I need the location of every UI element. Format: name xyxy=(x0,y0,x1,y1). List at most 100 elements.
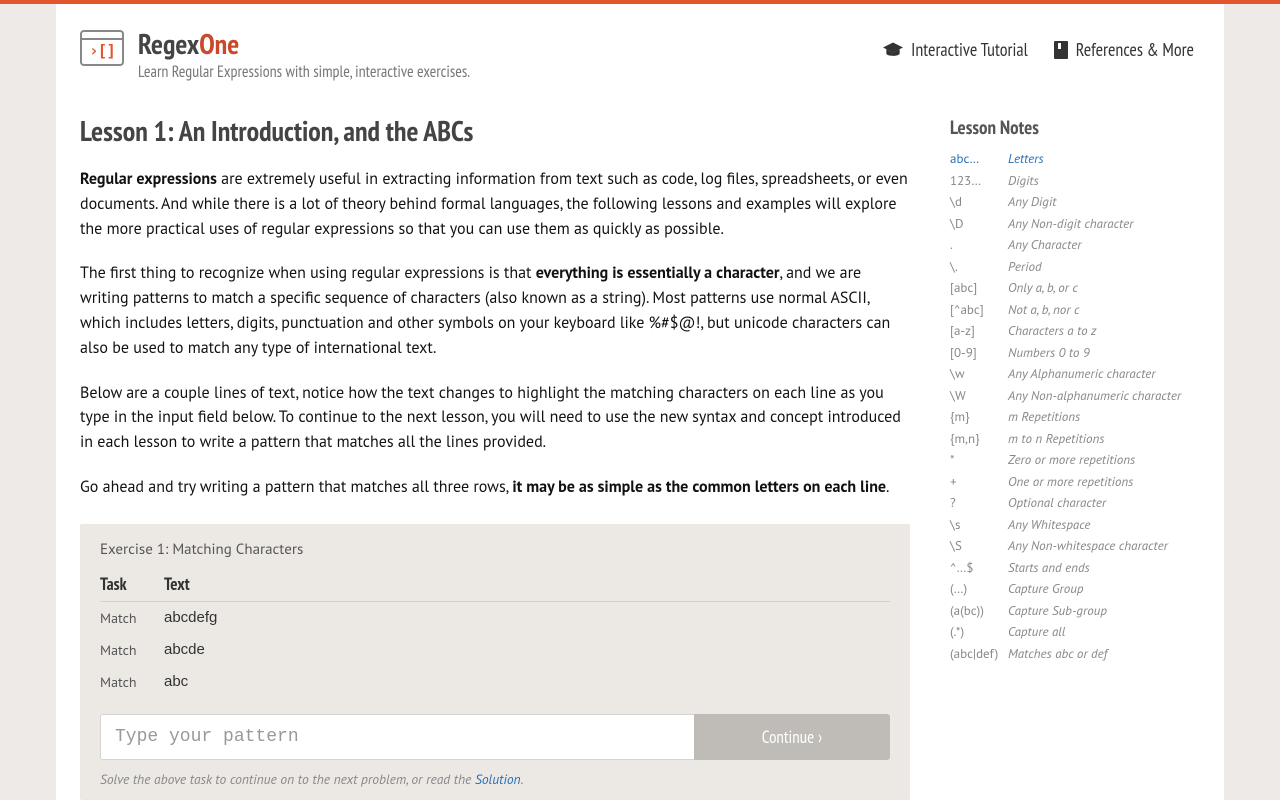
note-pattern: \s xyxy=(950,514,1008,536)
note-desc: Any Non-digit character xyxy=(1008,213,1200,235)
nav-references[interactable]: References & More xyxy=(1054,38,1194,61)
note-desc: Starts and ends xyxy=(1008,557,1200,579)
note-pattern: {m} xyxy=(950,406,1008,428)
lesson-note-row[interactable]: ^…$Starts and ends xyxy=(950,557,1200,579)
solution-link[interactable]: Solution xyxy=(475,770,521,788)
lesson-note-row[interactable]: \SAny Non-whitespace character xyxy=(950,535,1200,557)
lesson-note-row[interactable]: \DAny Non-digit character xyxy=(950,213,1200,235)
table-row: Matchabc xyxy=(100,666,890,698)
p2-strong: everything is essentially a character xyxy=(536,263,780,283)
note-pattern: [0-9] xyxy=(950,342,1008,364)
lesson-note-row[interactable]: ?Optional character xyxy=(950,492,1200,514)
note-pattern: \D xyxy=(950,213,1008,235)
note-pattern: ? xyxy=(950,492,1008,514)
lesson-note-row[interactable]: \WAny Non-alphanumeric character xyxy=(950,385,1200,407)
note-desc: Zero or more repetitions xyxy=(1008,449,1200,471)
book-icon xyxy=(1054,41,1068,59)
task-cell: Match xyxy=(100,666,164,698)
logo-icon[interactable]: ›[] xyxy=(80,30,124,66)
site-title[interactable]: RegexOne xyxy=(138,30,883,58)
lesson-note-row[interactable]: \sAny Whitespace xyxy=(950,514,1200,536)
exercise-box: Exercise 1: Matching Characters Task Tex… xyxy=(80,524,910,800)
note-desc: m Repetitions xyxy=(1008,406,1200,428)
paragraph-3: Below are a couple lines of text, notice… xyxy=(80,381,910,455)
table-row: Matchabcde xyxy=(100,634,890,666)
note-pattern: [a-z] xyxy=(950,320,1008,342)
note-desc: Any Whitespace xyxy=(1008,514,1200,536)
lesson-note-row[interactable]: {m,n}m to n Repetitions xyxy=(950,428,1200,450)
graduation-cap-icon xyxy=(883,42,903,58)
text-cell: abcdefg xyxy=(164,601,890,634)
note-pattern: * xyxy=(950,449,1008,471)
lesson-note-row[interactable]: \dAny Digit xyxy=(950,191,1200,213)
main-content: Lesson 1: An Introduction, and the ABCs … xyxy=(80,112,910,800)
hint-prefix: Solve the above task to continue on to t… xyxy=(100,770,475,788)
lesson-note-row[interactable]: 123…Digits xyxy=(950,170,1200,192)
note-pattern: \d xyxy=(950,191,1008,213)
nav-tutorial-label: Interactive Tutorial xyxy=(911,38,1028,61)
note-pattern: (abc|def) xyxy=(950,643,1008,665)
lesson-note-row[interactable]: [abc]Only a, b, or c xyxy=(950,277,1200,299)
lesson-note-row[interactable]: +One or more repetitions xyxy=(950,471,1200,493)
note-desc: Matches abc or def xyxy=(1008,643,1200,665)
sidebar: Lesson Notes abc…Letters123…Digits\dAny … xyxy=(950,112,1200,800)
lesson-note-row[interactable]: abc…Letters xyxy=(950,148,1200,170)
lesson-note-row[interactable]: [a-z]Characters a to z xyxy=(950,320,1200,342)
note-desc: Any Non-whitespace character xyxy=(1008,535,1200,557)
note-pattern: \W xyxy=(950,385,1008,407)
task-cell: Match xyxy=(100,601,164,634)
exercise-table: Task Text MatchabcdefgMatchabcdeMatchabc xyxy=(100,567,890,698)
note-pattern: \w xyxy=(950,363,1008,385)
p1-strong: Regular expressions xyxy=(80,169,217,189)
col-header-text: Text xyxy=(164,567,890,602)
page-container: ›[] RegexOne Learn Regular Expressions w… xyxy=(56,4,1224,800)
lesson-note-row[interactable]: \wAny Alphanumeric character xyxy=(950,363,1200,385)
nav-references-label: References & More xyxy=(1076,38,1194,61)
note-pattern: {m,n} xyxy=(950,428,1008,450)
note-pattern: . xyxy=(950,234,1008,256)
lesson-notes-table: abc…Letters123…Digits\dAny Digit\DAny No… xyxy=(950,148,1200,664)
note-pattern: ^…$ xyxy=(950,557,1008,579)
lesson-note-row[interactable]: .Any Character xyxy=(950,234,1200,256)
note-desc: Digits xyxy=(1008,170,1200,192)
lesson-note-row[interactable]: (.*)Capture all xyxy=(950,621,1200,643)
p2-a: The first thing to recognize when using … xyxy=(80,263,536,283)
note-pattern: + xyxy=(950,471,1008,493)
tagline: Learn Regular Expressions with simple, i… xyxy=(138,62,883,82)
note-desc: Capture Sub-group xyxy=(1008,600,1200,622)
note-desc: One or more repetitions xyxy=(1008,471,1200,493)
col-header-task: Task xyxy=(100,567,164,602)
lesson-note-row[interactable]: [^abc]Not a, b, nor c xyxy=(950,299,1200,321)
lesson-note-row[interactable]: {m}m Repetitions xyxy=(950,406,1200,428)
body: Lesson 1: An Introduction, and the ABCs … xyxy=(56,82,1224,800)
nav-interactive-tutorial[interactable]: Interactive Tutorial xyxy=(883,38,1028,61)
lesson-note-row[interactable]: (…)Capture Group xyxy=(950,578,1200,600)
input-row: Continue › xyxy=(100,714,890,760)
lesson-note-row[interactable]: \.Period xyxy=(950,256,1200,278)
lesson-note-row[interactable]: *Zero or more repetitions xyxy=(950,449,1200,471)
text-cell: abc xyxy=(164,666,890,698)
note-desc: Letters xyxy=(1008,148,1200,170)
continue-button[interactable]: Continue › xyxy=(694,714,890,760)
chevron-right-icon: › xyxy=(818,726,822,748)
header: ›[] RegexOne Learn Regular Expressions w… xyxy=(56,4,1224,82)
note-desc: m to n Repetitions xyxy=(1008,428,1200,450)
note-pattern: [abc] xyxy=(950,277,1008,299)
continue-label: Continue xyxy=(762,726,814,748)
note-desc: Capture all xyxy=(1008,621,1200,643)
lesson-note-row[interactable]: (abc|def)Matches abc or def xyxy=(950,643,1200,665)
note-pattern: (.*) xyxy=(950,621,1008,643)
note-pattern: (a(bc)) xyxy=(950,600,1008,622)
note-desc: Not a, b, nor c xyxy=(1008,299,1200,321)
exercise-title: Exercise 1: Matching Characters xyxy=(100,536,890,559)
pattern-input[interactable] xyxy=(100,714,694,760)
lesson-note-row[interactable]: [0-9]Numbers 0 to 9 xyxy=(950,342,1200,364)
paragraph-4: Go ahead and try writing a pattern that … xyxy=(80,475,910,500)
brand-block: RegexOne Learn Regular Expressions with … xyxy=(138,30,883,82)
note-desc: Any Non-alphanumeric character xyxy=(1008,385,1200,407)
lesson-note-row[interactable]: (a(bc))Capture Sub-group xyxy=(950,600,1200,622)
note-pattern: abc… xyxy=(950,148,1008,170)
p4-c: . xyxy=(886,477,889,497)
note-desc: Any Character xyxy=(1008,234,1200,256)
note-desc: Characters a to z xyxy=(1008,320,1200,342)
